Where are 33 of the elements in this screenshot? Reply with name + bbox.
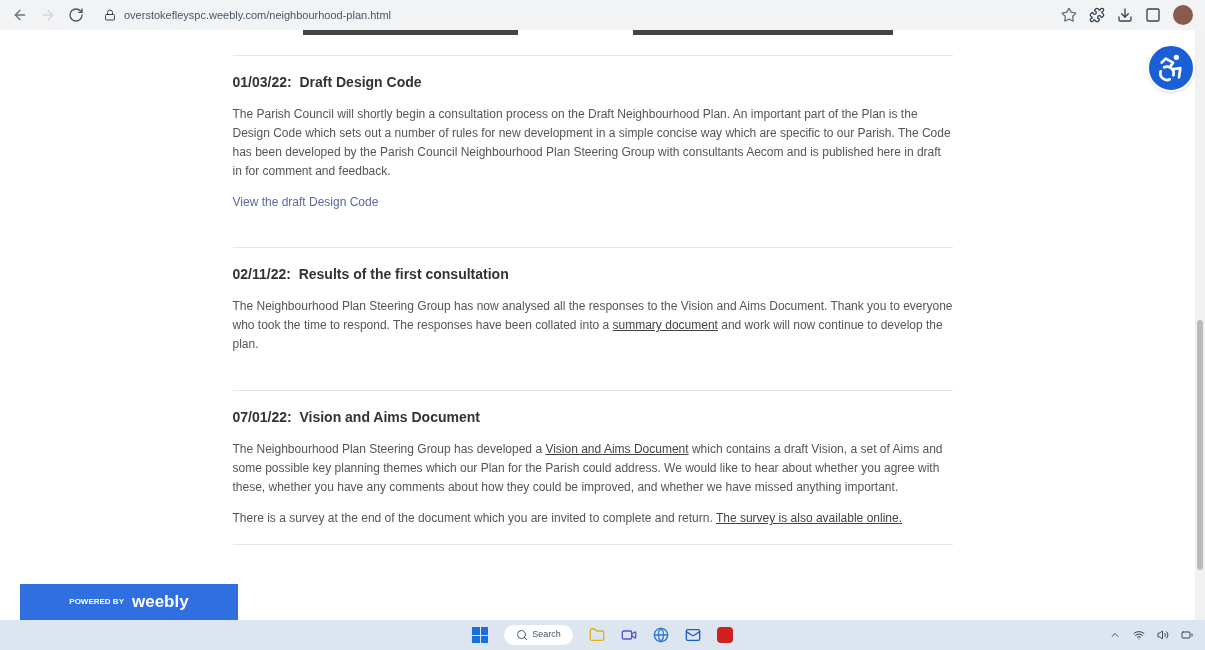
tab-icon[interactable] [1145, 7, 1161, 23]
app-icon[interactable] [716, 627, 733, 643]
accessibility-button[interactable] [1147, 44, 1195, 92]
scrollbar[interactable] [1195, 30, 1205, 620]
windows-start-icon[interactable] [472, 627, 489, 643]
browser-icon[interactable] [652, 627, 669, 643]
search-icon [516, 629, 529, 641]
document-link[interactable]: Vision and Aims Document [545, 442, 689, 456]
document-link[interactable]: summary document [612, 318, 718, 332]
video-icon[interactable] [620, 627, 637, 643]
taskbar-search[interactable]: Search [504, 625, 573, 645]
reload-icon[interactable] [68, 7, 84, 23]
battery-icon[interactable] [1181, 629, 1193, 641]
puzzle-icon[interactable] [1089, 7, 1105, 23]
back-icon[interactable] [12, 7, 28, 23]
weebly-badge[interactable]: POWERED BY weebly [20, 584, 238, 620]
star-icon[interactable] [1061, 7, 1077, 23]
post-paragraph: The Neighbourhood Plan Steering Group has now analysed all the responses to the Vision and Aims Document. Thank you to everyone who took the time to respond. The responses have been collated into a summary document and work will now continue to develop the plan. [232, 298, 953, 353]
post-title: 02/11/22: Results of the first consultation [232, 265, 510, 284]
download-icon[interactable] [1117, 7, 1133, 23]
design-code-link[interactable]: View the draft Design Code [232, 193, 953, 211]
document-link[interactable]: The survey is also available online. [715, 511, 902, 525]
mail-icon[interactable] [684, 627, 701, 643]
post-title: 01/03/22: Draft Design Code [232, 73, 423, 92]
post-paragraph: There is a survey at the end of the document which you are invited to complete and return. The survey is also available online. [232, 510, 903, 527]
url-text: overstokefleyspc.weebly.com/neighbourhood-plan.html [124, 7, 391, 23]
wifi-icon[interactable] [1133, 629, 1145, 641]
profile-avatar[interactable] [1173, 5, 1193, 25]
post-paragraph: The Parish Council will shortly begin a consultation process on the Draft Neighbourhood Plan. An important part of the Plan is the Design Code which sets out a number of rules for new development in a simple concise way which are specific to our Parish. The Code has been developed by the Parish Council Neighbourhood Plan Steering Group with consultants Aecom and is published here in draft in for comment and feedback. [232, 106, 952, 180]
volume-icon[interactable] [1157, 629, 1169, 641]
post-title: 07/01/22: Vision and Aims Document [232, 408, 481, 427]
post-paragraph: The Neighbourhood Plan Steering Group has developed a Vision and Aims Document which contains a draft Vision, a set of Aims and some possible key planning themes which our Plan for the Parish could address. We would like to hear about whether you agree with these, whether you have any comments about how they could be improved, and whether we have missed anything important. [232, 441, 944, 496]
lock-icon [104, 9, 116, 21]
